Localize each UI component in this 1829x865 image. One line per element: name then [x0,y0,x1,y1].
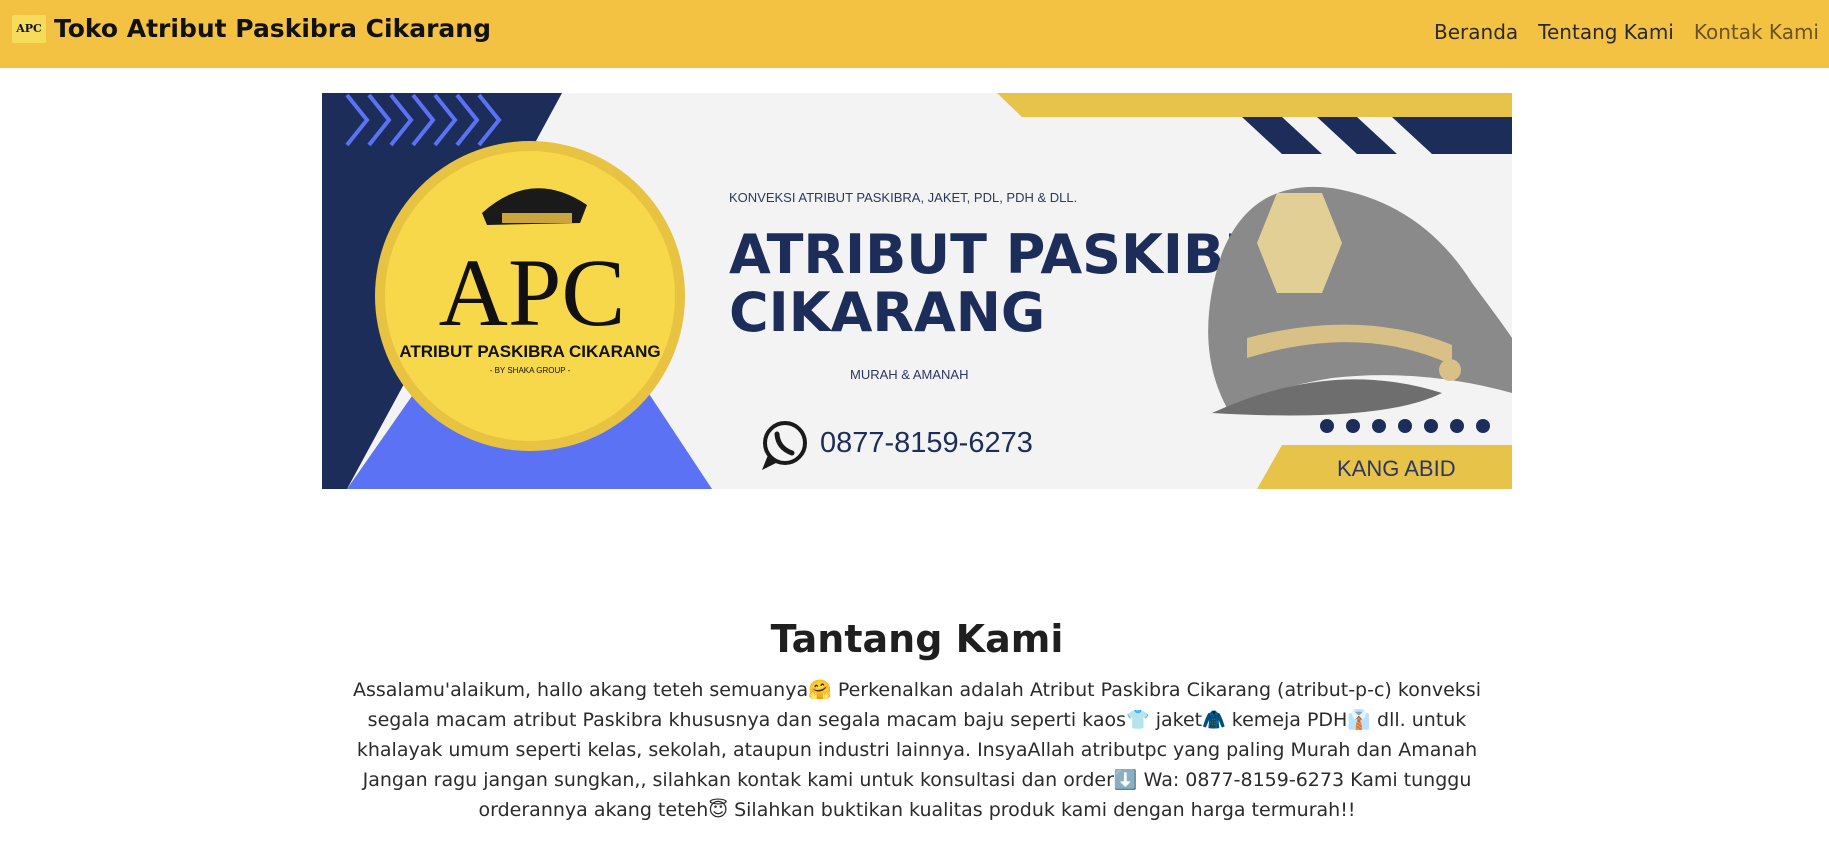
brand-title: Toko Atribut Paskibra Cikarang [54,14,491,43]
banner-phone: 0877-8159-6273 [820,427,1033,459]
banner-motto: MURAH & AMANAH [850,367,968,382]
hero-banner: APC ATRIBUT PASKIBRA CIKARANG - BY SHAKA… [322,93,1512,489]
banner-owner: KANG ABID [1337,456,1456,481]
nav-link-beranda[interactable]: Beranda [1434,20,1518,44]
brand-link[interactable]: APC Toko Atribut Paskibra Cikarang [12,14,491,43]
about-section: Tantang Kami Assalamu'alaikum, hallo aka… [322,617,1512,825]
banner-tagline: KONVEKSI ATRIBUT PASKIBRA, JAKET, PDL, P… [729,190,1077,205]
banner-graphic: APC ATRIBUT PASKIBRA CIKARANG - BY SHAKA… [322,93,1512,489]
top-stripe [997,93,1512,117]
nav-link-tentang-kami[interactable]: Tentang Kami [1538,20,1674,44]
brand-logo: APC [12,14,46,43]
logo-sub: - BY SHAKA GROUP - [490,366,571,375]
nav-links: Beranda Tentang Kami Kontak Kami [1434,20,1819,44]
top-navbar: APC Toko Atribut Paskibra Cikarang Beran… [0,0,1829,68]
about-title: Tantang Kami [770,617,1064,661]
nav-link-kontak-kami[interactable]: Kontak Kami [1694,20,1819,44]
logo-caption: ATRIBUT PASKIBRA CIKARANG [399,342,660,361]
banner-headline-2: CIKARANG [729,281,1045,344]
about-body: Assalamu'alaikum, hallo akang teteh semu… [353,679,1481,821]
logo-letters: APC [439,239,626,346]
